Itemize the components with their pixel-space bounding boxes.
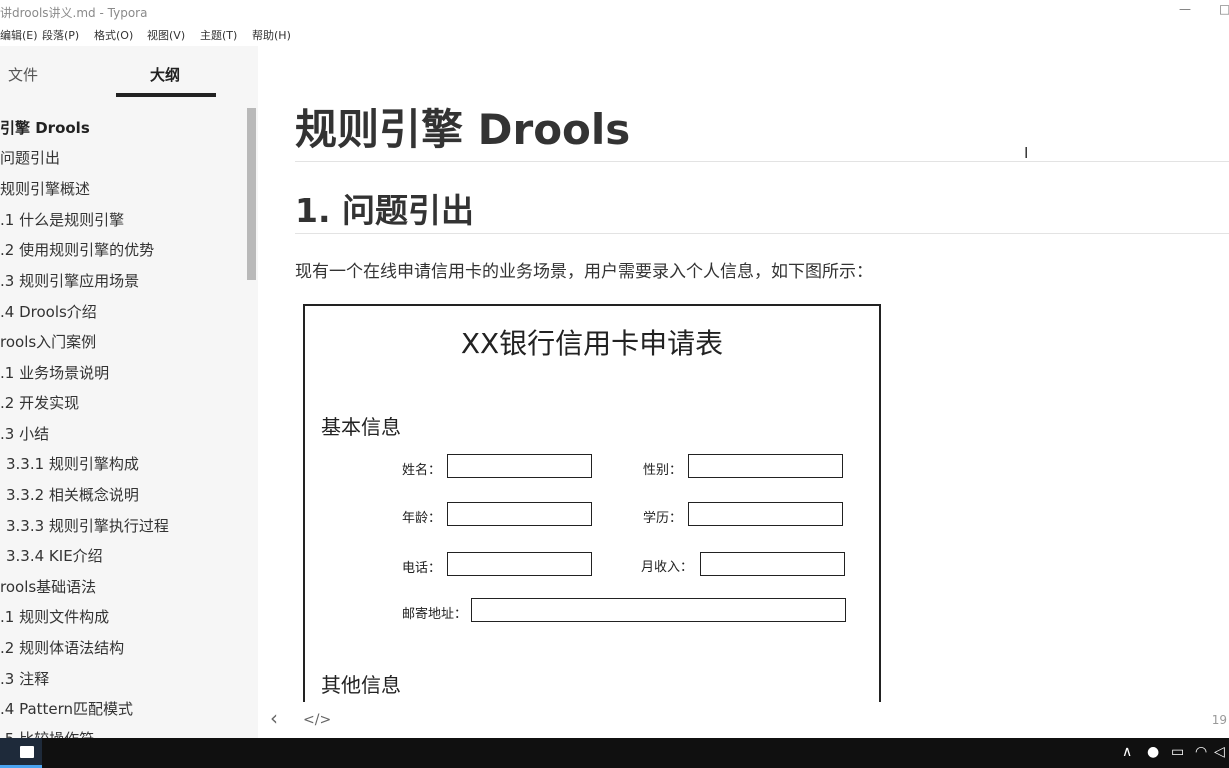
outline-item[interactable]: .3 小结 [0, 423, 49, 451]
form-label-education: 学历： [643, 511, 683, 526]
typora-app-icon [20, 746, 34, 758]
word-count[interactable]: 19 [1212, 713, 1227, 727]
form-box-age [447, 502, 592, 526]
battery-icon[interactable]: ▭ [1171, 744, 1184, 760]
outline-item[interactable]: .1 规则文件构成 [0, 606, 109, 634]
toggle-sidebar-icon[interactable]: ‹ [270, 706, 278, 730]
outline-item[interactable]: rools入门案例 [0, 331, 96, 359]
application-form-image: XX银行信用卡申请表 基本信息 姓名： 性别： 年龄： 学历： 电话： 月收入：… [303, 304, 881, 702]
outline-item[interactable]: .1 什么是规则引擎 [0, 209, 124, 237]
active-tab-indicator [116, 93, 216, 97]
microphone-icon[interactable]: ● [1147, 744, 1159, 760]
form-label-age: 年龄： [402, 511, 442, 526]
title-bar: 讲drools讲义.md - Typora — □ [0, 0, 1229, 22]
outline-item[interactable]: 3.3.1 规则引擎构成 [6, 453, 139, 481]
volume-icon[interactable]: ◁ [1214, 744, 1225, 760]
outline-item[interactable]: .5 比较操作符 [0, 728, 94, 738]
outline-item[interactable]: .4 Pattern匹配模式 [0, 698, 133, 726]
section-heading: 1. 问题引出 [295, 191, 474, 230]
outline-item[interactable]: rools基础语法 [0, 576, 96, 604]
form-label-income: 月收入： [641, 560, 694, 575]
form-label-phone: 电话： [402, 561, 442, 576]
menu-edit[interactable]: 编辑(E) [0, 27, 38, 43]
outline-item[interactable]: 3.3.4 KIE介绍 [6, 545, 103, 573]
outline-item[interactable]: .4 Drools介绍 [0, 301, 97, 329]
outline-item[interactable]: .2 规则体语法结构 [0, 637, 124, 665]
form-section-basic: 基本信息 [321, 415, 401, 439]
text-cursor-icon: I [1024, 144, 1029, 162]
outline-item[interactable]: .2 使用规则引擎的优势 [0, 239, 154, 267]
status-bar: ‹ </> 19 [258, 702, 1229, 738]
outline-item[interactable]: .3 注释 [0, 668, 49, 696]
menu-bar: 编辑(E) 段落(P) 格式(O) 视图(V) 主题(T) 帮助(H) [0, 22, 1229, 46]
form-section-other: 其他信息 [321, 673, 401, 697]
outline-item[interactable]: .3 规则引擎应用场景 [0, 270, 139, 298]
tab-files[interactable]: 文件 [8, 64, 38, 85]
form-box-address [471, 598, 846, 622]
restore-button[interactable]: □ [1219, 2, 1229, 16]
section-divider [295, 233, 1229, 234]
menu-format[interactable]: 格式(O) [94, 27, 133, 43]
title-divider [295, 161, 1229, 162]
outline-item[interactable]: 问题引出 [0, 147, 60, 175]
tray-expand-icon[interactable]: ∧ [1122, 744, 1132, 760]
form-box-income [700, 552, 845, 576]
document-title: 规则引擎 Drools [295, 105, 631, 154]
form-box-name [447, 454, 592, 478]
network-icon[interactable]: ◠ [1195, 744, 1207, 760]
outline-item[interactable]: 引擎 Drools [0, 117, 90, 145]
window-title: 讲drools讲义.md - Typora [0, 6, 148, 20]
taskbar-app-button[interactable] [0, 738, 42, 768]
taskbar: ∧ ● ▭ ◠ ◁ [0, 738, 1229, 768]
menu-view[interactable]: 视图(V) [147, 27, 185, 43]
outline-item[interactable]: 规则引擎概述 [0, 178, 90, 206]
outline-item[interactable]: .1 业务场景说明 [0, 362, 109, 390]
menu-theme[interactable]: 主题(T) [200, 27, 237, 43]
outline-item[interactable]: .2 开发实现 [0, 392, 79, 420]
form-box-education [688, 502, 843, 526]
form-title: XX银行信用卡申请表 [460, 327, 724, 360]
outline-item[interactable]: 3.3.3 规则引擎执行过程 [6, 515, 169, 543]
form-box-gender [688, 454, 843, 478]
editor-pane[interactable]: 规则引擎 Drools I 1. 问题引出 现有一个在线申请信用卡的业务场景，用… [258, 46, 1229, 702]
paragraph: 现有一个在线申请信用卡的业务场景，用户需要录入个人信息，如下图所示： [295, 262, 873, 282]
sidebar-scrollbar[interactable] [247, 108, 256, 280]
form-label-address: 邮寄地址： [402, 607, 468, 622]
outline-item[interactable]: 3.3.2 相关概念说明 [6, 484, 139, 512]
form-label-gender: 性别： [643, 463, 683, 478]
menu-paragraph[interactable]: 段落(P) [42, 27, 79, 43]
menu-help[interactable]: 帮助(H) [252, 27, 291, 43]
minimize-button[interactable]: — [1179, 2, 1191, 16]
form-box-phone [447, 552, 592, 576]
source-code-mode-icon[interactable]: </> [303, 712, 331, 728]
tab-outline[interactable]: 大纲 [150, 64, 180, 85]
form-label-name: 姓名： [402, 463, 442, 478]
sidebar: 文件 大纲 引擎 Drools 问题引出 规则引擎概述 .1 什么是规则引擎 .… [0, 46, 259, 738]
